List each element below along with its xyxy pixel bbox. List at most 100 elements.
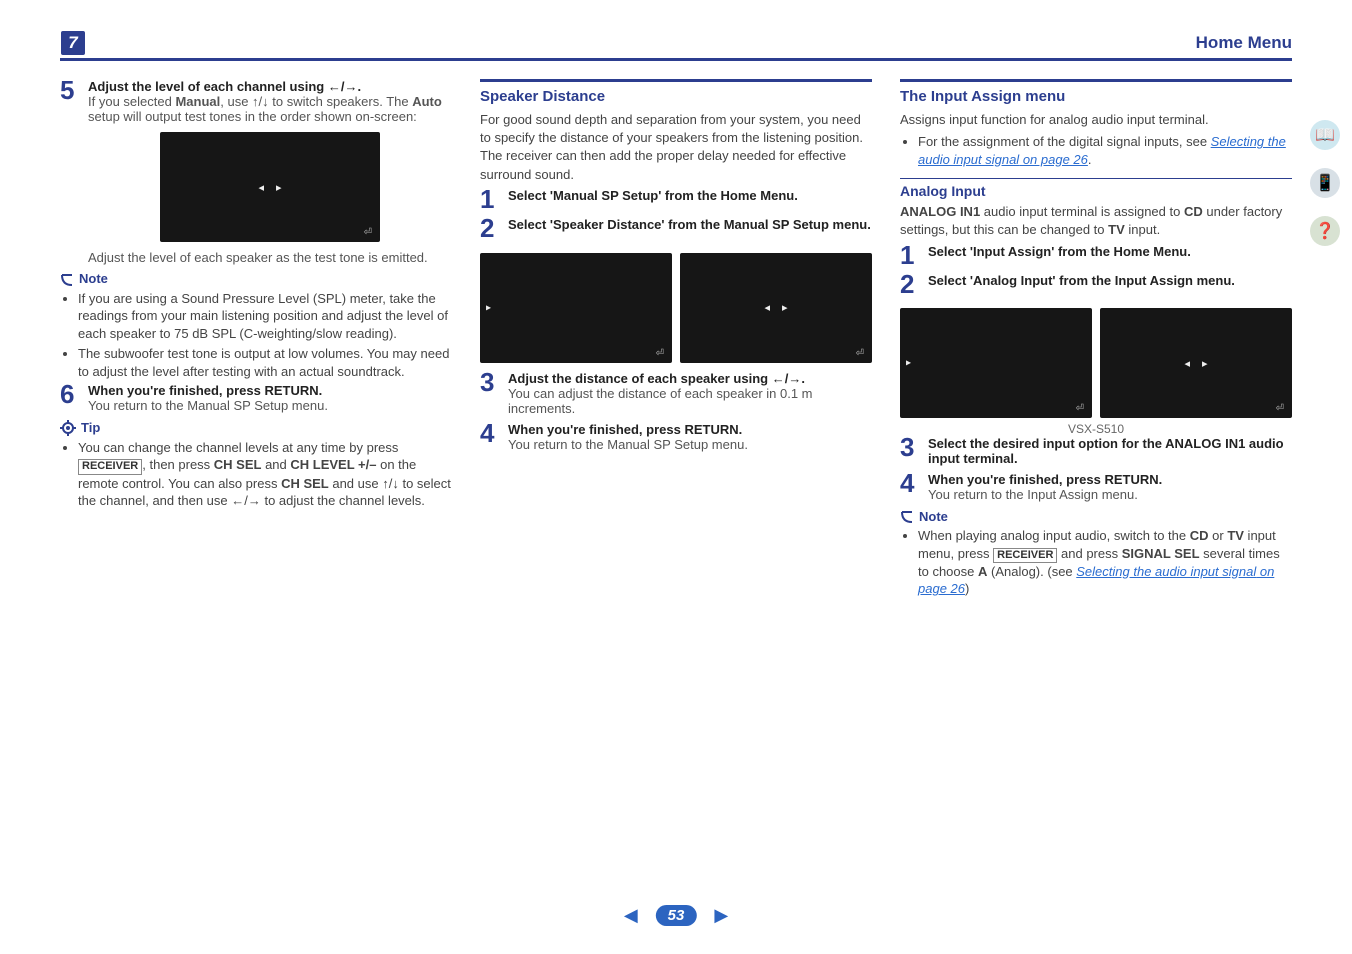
left-triangle-icon: ◂ [258,181,264,194]
onscreen-display: ▸ ⏎ [480,253,672,363]
step-3: 3 Adjust the distance of each speaker us… [480,371,872,416]
screen-caption: VSX-S510 [900,422,1292,436]
note-icon [60,271,74,287]
step-4: 4 When you're finished, press RETURN. Yo… [480,422,872,452]
right-triangle-icon: ▸ [782,301,788,314]
step-title: When you're finished, press RETURN. [88,383,452,398]
note-icon [900,508,914,524]
step-number: 2 [480,217,498,240]
step-5: 5 Adjust the level of each channel using… [60,79,452,265]
right-triangle-icon: ▸ [906,358,911,369]
section-intro: For good sound depth and separation from… [480,111,872,184]
right-triangle-icon: ▸ [1202,357,1208,370]
subsection-title: Analog Input [900,178,1292,199]
return-icon: ⏎ [1076,403,1084,414]
onscreen-display: ◂ ▸ ⏎ [1100,308,1292,418]
next-page-icon[interactable]: ▶ [714,905,728,926]
step-title: Select 'Manual SP Setup' from the Home M… [508,188,872,203]
column-left: 5 Adjust the level of each channel using… [60,79,452,601]
note-list: When playing analog input audio, switch … [900,527,1292,598]
step-1: 1 Select 'Input Assign' from the Home Me… [900,244,1292,267]
step-number: 4 [480,422,498,445]
book-icon[interactable]: 📖 [1310,120,1340,150]
return-icon: ⏎ [656,348,664,359]
step-title: Select the desired input option for the … [928,436,1292,466]
right-arrow-icon: → [248,493,261,508]
note-item: When playing analog input audio, switch … [918,527,1292,598]
step-number: 2 [900,273,918,296]
note-heading: Note [60,271,452,287]
step-after: Adjust the level of each speaker as the … [88,250,452,265]
right-arrow-icon: → [344,79,357,94]
step-title: Select 'Speaker Distance' from the Manua… [508,217,872,232]
column-middle: Speaker Distance For good sound depth an… [480,79,872,601]
help-icon[interactable]: ❓ [1310,216,1340,246]
left-arrow-icon: ← [328,79,341,94]
note-item: The subwoofer test tone is output at low… [78,345,452,380]
step-number: 4 [900,472,918,495]
tip-list: You can change the channel levels at any… [60,439,452,510]
note-item: If you are using a Sound Pressure Level … [78,290,452,343]
step-desc: If you selected Manual, use ↑/↓ to switc… [88,94,452,124]
step-3: 3 Select the desired input option for th… [900,436,1292,466]
screen-pair: ▸ ⏎ ◂ ▸ ⏎ [480,247,872,371]
page-header: 7 Home Menu [60,30,1292,61]
right-triangle-icon: ▸ [276,181,282,194]
step-desc: You return to the Manual SP Setup menu. [508,437,872,452]
page-navigation: ◀ 53 ▶ [624,905,728,926]
intro-bullet: For the assignment of the digital signal… [918,133,1292,168]
column-right: The Input Assign menu Assigns input func… [900,79,1292,601]
step-title: Adjust the level of each channel using ←… [88,79,452,94]
onscreen-display: ◂ ▸ ⏎ [160,132,380,242]
screen-pair: ▸ ⏎ ◂ ▸ ⏎ [900,302,1292,426]
chapter-number-badge: 7 [60,30,86,56]
step-number: 6 [60,383,78,406]
return-icon: ⏎ [364,227,372,238]
return-icon: ⏎ [856,348,864,359]
step-title: Select 'Analog Input' from the Input Ass… [928,273,1292,288]
step-number: 3 [480,371,498,394]
note-list: If you are using a Sound Pressure Level … [60,290,452,381]
device-icon[interactable]: 📱 [1310,168,1340,198]
tip-item: You can change the channel levels at any… [78,439,452,510]
right-arrow-icon: → [788,371,801,386]
left-arrow-icon: ← [231,493,244,508]
step-desc: You return to the Input Assign menu. [928,487,1292,502]
gear-icon [60,419,76,436]
section-title: Speaker Distance [480,88,872,105]
onscreen-display: ◂ ▸ ⏎ [680,253,872,363]
step-1: 1 Select 'Manual SP Setup' from the Home… [480,188,872,211]
step-title: When you're finished, press RETURN. [508,422,872,437]
right-triangle-icon: ▸ [486,302,491,313]
step-4: 4 When you're finished, press RETURN. Yo… [900,472,1292,502]
step-6: 6 When you're finished, press RETURN. Yo… [60,383,452,413]
side-nav-icons: 📖 📱 ❓ [1310,120,1340,246]
step-2: 2 Select 'Analog Input' from the Input A… [900,273,1292,296]
section-intro: Assigns input function for analog audio … [900,111,1292,129]
note-heading: Note [900,508,1292,524]
left-triangle-icon: ◂ [764,301,770,314]
intro-bullets: For the assignment of the digital signal… [900,133,1292,168]
header-title: Home Menu [1196,33,1292,53]
step-number: 1 [900,244,918,267]
section-title: The Input Assign menu [900,88,1292,105]
step-title: Select 'Input Assign' from the Home Menu… [928,244,1292,259]
receiver-key: RECEIVER [78,459,142,474]
step-2: 2 Select 'Speaker Distance' from the Man… [480,217,872,240]
step-number: 5 [60,79,78,102]
step-desc: You can adjust the distance of each spea… [508,386,872,416]
step-title: Adjust the distance of each speaker usin… [508,371,872,386]
receiver-key: RECEIVER [993,548,1057,563]
subsection-intro: ANALOG IN1 audio input terminal is assig… [900,203,1292,239]
content-columns: 5 Adjust the level of each channel using… [60,79,1292,601]
step-desc: You return to the Manual SP Setup menu. [88,398,452,413]
prev-page-icon[interactable]: ◀ [624,905,638,926]
step-title: When you're finished, press RETURN. [928,472,1292,487]
tip-heading: Tip [60,419,452,436]
step-number: 1 [480,188,498,211]
return-icon: ⏎ [1276,403,1284,414]
left-triangle-icon: ◂ [1184,357,1190,370]
step-number: 3 [900,436,918,459]
page-number-badge: 53 [656,905,697,926]
left-arrow-icon: ← [772,371,785,386]
